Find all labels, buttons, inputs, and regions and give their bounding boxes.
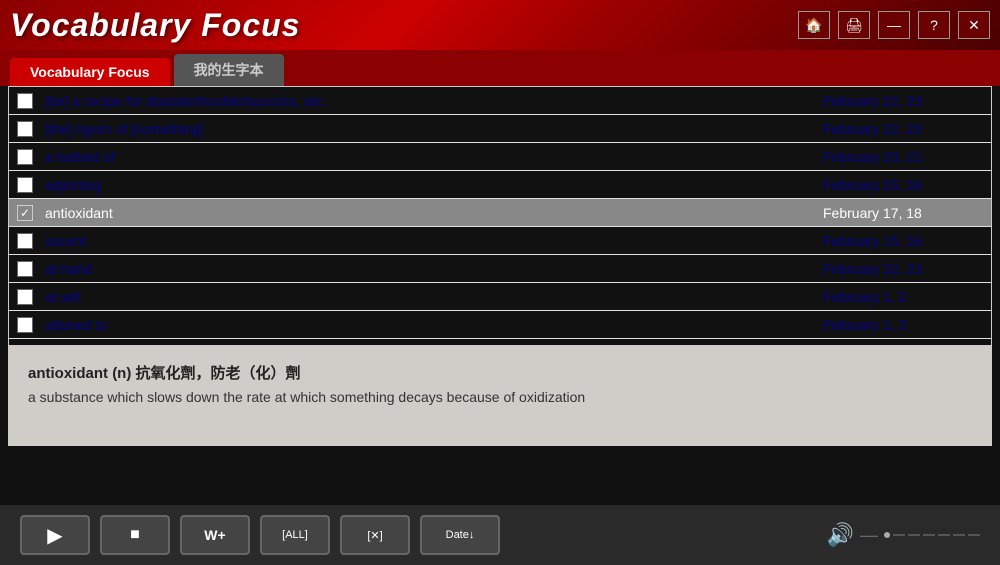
vocab-word: a hotbed of bbox=[45, 149, 823, 165]
header-bar: Vocabulary Focus 🏠 🖨 — ? ✕ bbox=[0, 0, 1000, 50]
list-item[interactable]: [be] a recipe for disaster/trouble/succe… bbox=[9, 87, 991, 115]
vocabulary-list[interactable]: [be] a recipe for disaster/trouble/succe… bbox=[8, 86, 992, 346]
vocab-date: February 17, 18 bbox=[823, 205, 983, 221]
vol-dot-1 bbox=[884, 532, 890, 538]
list-item[interactable]: a hotbed of February 20, 21 bbox=[9, 143, 991, 171]
list-item[interactable]: attuned to February 1, 2 bbox=[9, 311, 991, 339]
minimize-icon[interactable]: — bbox=[878, 11, 910, 39]
definition-translation: 抗氧化劑，防老（化）劑 bbox=[136, 365, 301, 382]
close-icon[interactable]: ✕ bbox=[958, 11, 990, 39]
shuffle-button[interactable]: [✕] bbox=[340, 515, 410, 555]
checkbox[interactable] bbox=[17, 317, 33, 333]
vocab-word: be/get carried away bbox=[45, 345, 823, 347]
tab-vocabulary-focus[interactable]: Vocabulary Focus bbox=[10, 58, 170, 86]
word-plus-button[interactable]: W+ bbox=[180, 515, 250, 555]
list-item[interactable]: at hand February 22, 23 bbox=[9, 255, 991, 283]
vocab-word: at hand bbox=[45, 261, 823, 277]
volume-icon: 🔊 bbox=[827, 522, 854, 548]
definition-pos: (n) bbox=[112, 365, 131, 382]
vocab-date: February 1, 2 bbox=[823, 317, 983, 333]
volume-control[interactable]: 🔊 — bbox=[827, 522, 980, 548]
all-button[interactable]: [ALL] bbox=[260, 515, 330, 555]
bottom-bar: ▶ ■ W+ [ALL] [✕] Date↓ 🔊 — bbox=[0, 505, 1000, 565]
checkbox-checked[interactable]: ✓ bbox=[17, 205, 33, 221]
vocab-word: antioxidant bbox=[45, 205, 823, 221]
list-item[interactable]: be/get carried away February 13, 14 bbox=[9, 339, 991, 346]
checkbox[interactable] bbox=[17, 289, 33, 305]
vol-dash-5 bbox=[953, 534, 965, 536]
vol-dash-1 bbox=[893, 534, 905, 536]
print-icon[interactable]: 🖨 bbox=[838, 11, 870, 39]
checkbox[interactable] bbox=[17, 233, 33, 249]
vocab-word: attuned to bbox=[45, 317, 823, 333]
app-title: Vocabulary Focus bbox=[10, 7, 300, 44]
vocab-word: ascent bbox=[45, 233, 823, 249]
vocab-word: [the] rigors of [something] bbox=[45, 121, 823, 137]
definition-area: antioxidant (n) 抗氧化劑，防老（化）劑 a substance … bbox=[8, 346, 992, 446]
list-item-selected[interactable]: ✓ antioxidant February 17, 18 bbox=[9, 199, 991, 227]
list-item[interactable]: [the] rigors of [something] February 22,… bbox=[9, 115, 991, 143]
content-wrapper: [be] a recipe for disaster/trouble/succe… bbox=[8, 86, 992, 446]
vocab-date: February 22, 23 bbox=[823, 93, 983, 109]
volume-slider[interactable] bbox=[884, 532, 980, 538]
checkbox[interactable] bbox=[17, 121, 33, 137]
list-item[interactable]: ascent February 15, 16 bbox=[9, 227, 991, 255]
vocab-date: February 13, 14 bbox=[823, 345, 983, 347]
checkbox[interactable] bbox=[17, 177, 33, 193]
tab-my-wordlist[interactable]: 我的生字本 bbox=[174, 54, 284, 86]
vol-dash-6 bbox=[968, 534, 980, 536]
vocab-date: February 15, 16 bbox=[823, 177, 983, 193]
vocab-date: February 15, 16 bbox=[823, 233, 983, 249]
vocab-date: February 22, 23 bbox=[823, 121, 983, 137]
definition-text: a substance which slows down the rate at… bbox=[28, 389, 972, 405]
header-icons: 🏠 🖨 — ? ✕ bbox=[798, 11, 990, 39]
vocab-word: at will bbox=[45, 289, 823, 305]
list-item[interactable]: adjoining February 15, 16 bbox=[9, 171, 991, 199]
volume-separator: — bbox=[860, 525, 878, 546]
app-window: Vocabulary Focus 🏠 🖨 — ? ✕ Vocabulary Fo… bbox=[0, 0, 1000, 565]
stop-button[interactable]: ■ bbox=[100, 515, 170, 555]
tab-bar: Vocabulary Focus 我的生字本 bbox=[0, 50, 1000, 86]
play-button[interactable]: ▶ bbox=[20, 515, 90, 555]
vocab-word: adjoining bbox=[45, 177, 823, 193]
list-item[interactable]: at will February 1, 2 bbox=[9, 283, 991, 311]
date-sort-button[interactable]: Date↓ bbox=[420, 515, 500, 555]
vocab-date: February 22, 23 bbox=[823, 261, 983, 277]
definition-word: antioxidant bbox=[28, 365, 108, 382]
vocab-date: February 1, 2 bbox=[823, 289, 983, 305]
vol-dash-3 bbox=[923, 534, 935, 536]
vol-dash-2 bbox=[908, 534, 920, 536]
definition-title: antioxidant (n) 抗氧化劑，防老（化）劑 bbox=[28, 362, 972, 383]
vol-dash-4 bbox=[938, 534, 950, 536]
checkbox[interactable] bbox=[17, 345, 33, 347]
checkbox[interactable] bbox=[17, 93, 33, 109]
help-icon[interactable]: ? bbox=[918, 11, 950, 39]
checkbox[interactable] bbox=[17, 149, 33, 165]
checkbox[interactable] bbox=[17, 261, 33, 277]
home-icon[interactable]: 🏠 bbox=[798, 11, 830, 39]
vocab-word: [be] a recipe for disaster/trouble/succe… bbox=[45, 93, 823, 109]
vocab-date: February 20, 21 bbox=[823, 149, 983, 165]
